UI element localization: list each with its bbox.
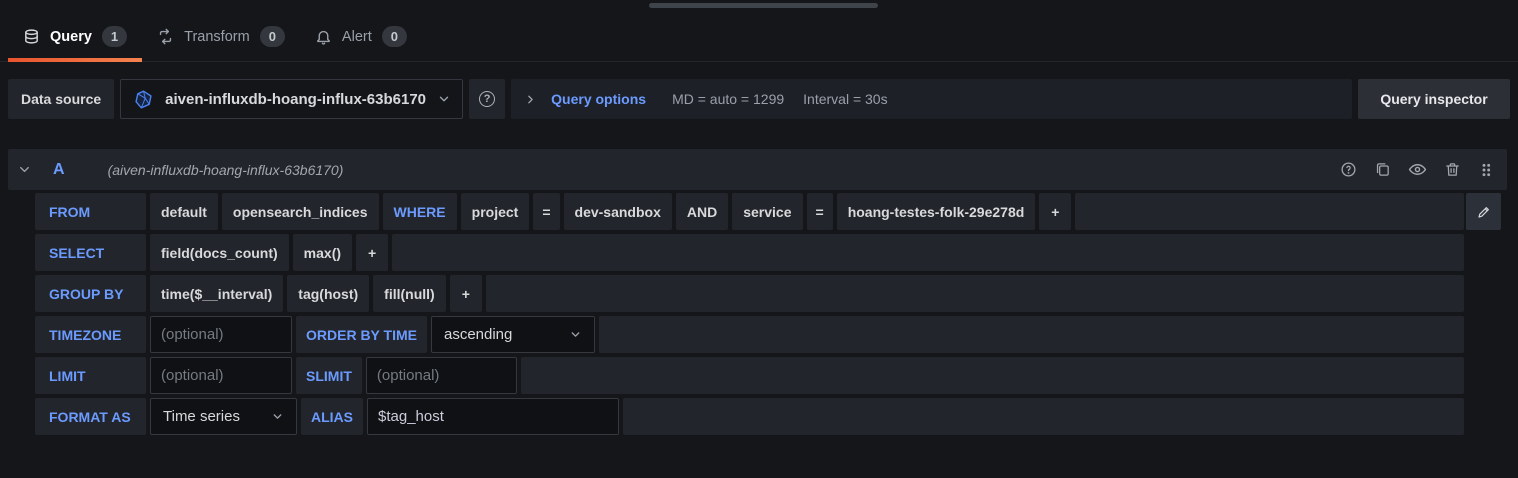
database-icon xyxy=(23,28,40,45)
query-segment[interactable]: + xyxy=(450,275,482,312)
query-clause-rows: FROM defaultopensearch_indicesWHEREproje… xyxy=(35,193,1464,435)
query-segment[interactable]: AND xyxy=(676,193,728,230)
toggle-visibility-eye-icon[interactable] xyxy=(1408,160,1427,179)
query-options-label: Query options xyxy=(551,91,646,107)
help-circle-icon: ? xyxy=(479,91,495,107)
chevron-right-icon xyxy=(524,93,537,106)
toggle-text-edit-mode-button[interactable] xyxy=(1466,193,1501,230)
query-segment[interactable]: opensearch_indices xyxy=(222,193,379,230)
chevron-down-icon xyxy=(271,410,284,423)
query-row-a: A (aiven-influxdb-hoang-influx-63b6170) xyxy=(8,149,1518,435)
query-segment[interactable]: time($__interval) xyxy=(150,275,283,312)
format-as-value: Time series xyxy=(163,408,240,425)
query-a-header[interactable]: A (aiven-influxdb-hoang-influx-63b6170) xyxy=(8,149,1507,190)
tab-query-count-badge: 1 xyxy=(102,26,127,47)
limit-row: LIMIT SLIMIT xyxy=(35,357,1464,394)
limit-label: LIMIT xyxy=(35,357,146,394)
datasource-bar: Data source aiven-influxdb-hoang-influx-… xyxy=(8,79,1510,119)
query-segment[interactable]: project xyxy=(461,193,530,230)
query-segment[interactable]: fill(null) xyxy=(373,275,446,312)
editor-tabbar: Query 1 Transform 0 Alert 0 xyxy=(0,0,1518,62)
row-filler xyxy=(599,316,1464,353)
tab-alert[interactable]: Alert 0 xyxy=(300,12,422,61)
timezone-label: TIMEZONE xyxy=(35,316,146,353)
row-filler xyxy=(1075,193,1464,230)
order-by-time-label: ORDER BY TIME xyxy=(296,316,427,353)
query-segment[interactable]: = xyxy=(533,193,559,230)
datasource-picker[interactable]: aiven-influxdb-hoang-influx-63b6170 xyxy=(120,79,463,119)
select-row: SELECT field(docs_count)max()+ xyxy=(35,234,1464,271)
query-segment[interactable]: max() xyxy=(293,234,352,271)
datasource-help-button[interactable]: ? xyxy=(469,79,505,119)
tab-transform-label: Transform xyxy=(184,29,250,45)
query-segment[interactable]: tag(host) xyxy=(287,275,369,312)
query-segment[interactable]: = xyxy=(807,193,833,230)
datasource-picker-value: aiven-influxdb-hoang-influx-63b6170 xyxy=(165,91,426,108)
group-by-clause-label: GROUP BY xyxy=(35,275,146,312)
order-by-time-value: ascending xyxy=(444,326,512,343)
format-as-row: FORMAT AS Time series ALIAS xyxy=(35,398,1464,435)
query-segment[interactable]: field(docs_count) xyxy=(150,234,289,271)
row-filler xyxy=(623,398,1464,435)
query-editor-page: Query 1 Transform 0 Alert 0 xyxy=(0,0,1518,478)
tab-query-label: Query xyxy=(50,29,92,45)
chevron-down-icon xyxy=(569,328,582,341)
query-ref-id: A xyxy=(53,161,65,179)
order-by-time-select[interactable]: ascending xyxy=(431,316,595,353)
alias-label: ALIAS xyxy=(301,398,363,435)
row-filler xyxy=(392,234,1464,271)
chevron-down-icon xyxy=(437,92,451,106)
timezone-input[interactable] xyxy=(150,316,292,353)
row-filler xyxy=(486,275,1464,312)
tab-alert-count-badge: 0 xyxy=(382,26,407,47)
slimit-input[interactable] xyxy=(366,357,517,394)
limit-input[interactable] xyxy=(150,357,292,394)
select-clause-label: SELECT xyxy=(35,234,146,271)
tab-transform-count-badge: 0 xyxy=(260,26,285,47)
query-segment[interactable]: + xyxy=(356,234,388,271)
query-segment[interactable]: service xyxy=(732,193,802,230)
max-data-points-stat: MD = auto = 1299 xyxy=(672,91,784,107)
help-circle-icon[interactable] xyxy=(1340,161,1357,178)
influxdb-logo-icon xyxy=(133,89,154,110)
query-options-toggle[interactable]: Query options MD = auto = 1299 Interval … xyxy=(511,79,1352,119)
panel-resize-handle[interactable] xyxy=(649,3,878,8)
group-by-row: GROUP BY time($__interval)tag(host)fill(… xyxy=(35,275,1464,312)
collapse-chevron-down-icon[interactable] xyxy=(17,162,32,177)
alias-input[interactable] xyxy=(367,398,619,435)
format-as-label: FORMAT AS xyxy=(35,398,146,435)
query-segment[interactable]: hoang-testes-folk-29e278d xyxy=(837,193,1036,230)
from-row: FROM defaultopensearch_indicesWHEREproje… xyxy=(35,193,1464,230)
query-inspector-button[interactable]: Query inspector xyxy=(1358,79,1510,119)
query-header-actions xyxy=(1340,160,1494,179)
query-segment[interactable]: + xyxy=(1039,193,1071,230)
format-as-select[interactable]: Time series xyxy=(150,398,297,435)
from-clause-label: FROM xyxy=(35,193,146,230)
query-segment[interactable]: default xyxy=(150,193,218,230)
interval-stat: Interval = 30s xyxy=(803,91,887,107)
query-datasource-name: (aiven-influxdb-hoang-influx-63b6170) xyxy=(108,162,344,178)
datasource-label: Data source xyxy=(8,79,114,119)
transform-icon xyxy=(157,28,174,45)
tab-query[interactable]: Query 1 xyxy=(8,12,142,61)
timezone-row: TIMEZONE ORDER BY TIME ascending xyxy=(35,316,1464,353)
copy-query-icon[interactable] xyxy=(1374,161,1391,178)
drag-handle-icon[interactable] xyxy=(1478,161,1494,179)
row-filler xyxy=(521,357,1464,394)
slimit-label: SLIMIT xyxy=(296,357,362,394)
query-segment[interactable]: WHERE xyxy=(383,193,457,230)
pencil-icon xyxy=(1476,204,1492,220)
query-segment[interactable]: dev-sandbox xyxy=(564,193,672,230)
delete-query-trash-icon[interactable] xyxy=(1444,161,1461,178)
bell-icon xyxy=(315,28,332,45)
tab-transform[interactable]: Transform 0 xyxy=(142,12,300,61)
tab-alert-label: Alert xyxy=(342,29,372,45)
